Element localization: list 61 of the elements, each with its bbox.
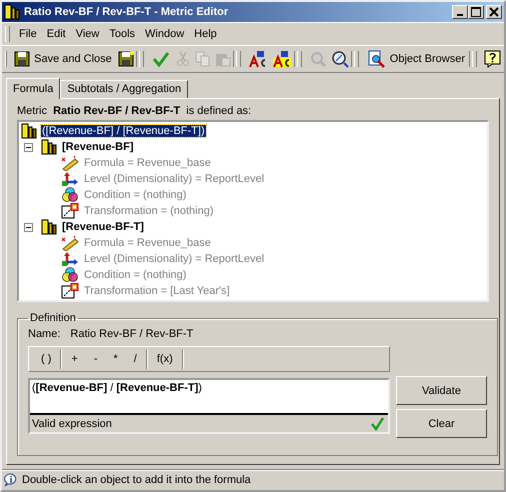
operator-button[interactable]: f(x)	[148, 351, 181, 367]
metric-icon	[4, 4, 20, 20]
tree-item[interactable]: Level (Dimensionality) = ReportLevel	[83, 253, 266, 265]
action-button[interactable]: Clear	[396, 409, 487, 438]
ruler-icon	[61, 155, 79, 171]
tree-item[interactable]: Condition = (nothing)	[83, 189, 188, 201]
menu-item[interactable]: Tools	[105, 26, 140, 42]
save-icon	[14, 51, 30, 67]
arrows-icon	[61, 171, 79, 187]
status-text: Double-click an object to add it into the formula	[22, 474, 251, 486]
menu-item[interactable]: File	[15, 26, 41, 42]
operator-button[interactable]: /	[126, 351, 145, 367]
menu-item[interactable]: View	[72, 26, 104, 42]
tree-item[interactable]: [Revenue-BF-T]	[61, 221, 145, 233]
tree-item[interactable]: Formula = Revenue_base	[83, 157, 212, 169]
collapse-icon[interactable]	[24, 222, 33, 232]
operator-button[interactable]: *	[106, 351, 126, 367]
minimize-icon	[457, 14, 463, 16]
magnifier-icon	[368, 50, 386, 68]
metric-name: Ratio Rev-BF / Rev-BF-T	[70, 328, 194, 340]
formula-text: ([Revenue-BF] / [Revenue-BF-T])	[31, 381, 203, 396]
validation-status: Valid expression	[32, 418, 112, 430]
window-title: Ratio Rev-BF / Rev-BF-T - Metric Editor	[24, 6, 230, 18]
object-browser-button[interactable]: Object Browser	[364, 48, 469, 70]
operator-button[interactable]: +	[63, 351, 86, 367]
ruler-icon	[61, 235, 79, 251]
action-button[interactable]: Validate	[396, 376, 487, 405]
metric-icon	[41, 139, 57, 155]
formula-editor[interactable]: ([Revenue-BF] / [Revenue-BF-T]) Valid expression	[28, 378, 390, 434]
circles-icon	[61, 267, 79, 283]
tree-item[interactable]: Level (Dimensionality) = ReportLevel	[83, 173, 266, 185]
tab[interactable]: Subtotals / Aggregation	[60, 80, 188, 98]
tree-item[interactable]: Transformation = [Last Year's]	[83, 285, 231, 297]
operator-button[interactable]: -	[86, 351, 106, 367]
metric-icon	[41, 219, 57, 235]
minimize-button[interactable]	[452, 5, 468, 19]
collapse-icon[interactable]	[24, 142, 33, 152]
group-title: Definition	[29, 312, 77, 324]
operator-button[interactable]: ( )	[33, 351, 60, 367]
tree-item[interactable]: ([Revenue-BF] / [Revenue-BF-T])	[41, 125, 206, 137]
metric-caption: Metric Ratio Rev-BF / Rev-BF-T is defined as:	[17, 105, 252, 117]
arrows-icon	[61, 251, 79, 267]
tree-item[interactable]: Condition = (nothing)	[83, 269, 188, 281]
circles-icon	[61, 187, 79, 203]
tree-item[interactable]: Formula = Revenue_base	[83, 237, 212, 249]
tree-item[interactable]: Transformation = (nothing)	[83, 205, 215, 217]
tree-item[interactable]: [Revenue-BF]	[61, 141, 135, 153]
tab[interactable]: Formula	[6, 78, 60, 99]
menu-item[interactable]: Help	[190, 26, 221, 42]
info-icon	[4, 473, 18, 487]
close-button[interactable]	[486, 5, 502, 19]
close-icon	[489, 7, 499, 17]
save-and-close-button[interactable]: Save and Close	[10, 48, 116, 70]
metric-icon	[21, 123, 37, 139]
name-label: Name:	[28, 328, 60, 340]
transform-icon	[61, 203, 79, 219]
maximize-icon	[471, 7, 481, 17]
menu-item[interactable]: Edit	[42, 26, 70, 42]
maximize-button[interactable]	[468, 5, 484, 19]
transform-icon	[61, 283, 79, 299]
menu-item[interactable]: Window	[141, 26, 188, 42]
